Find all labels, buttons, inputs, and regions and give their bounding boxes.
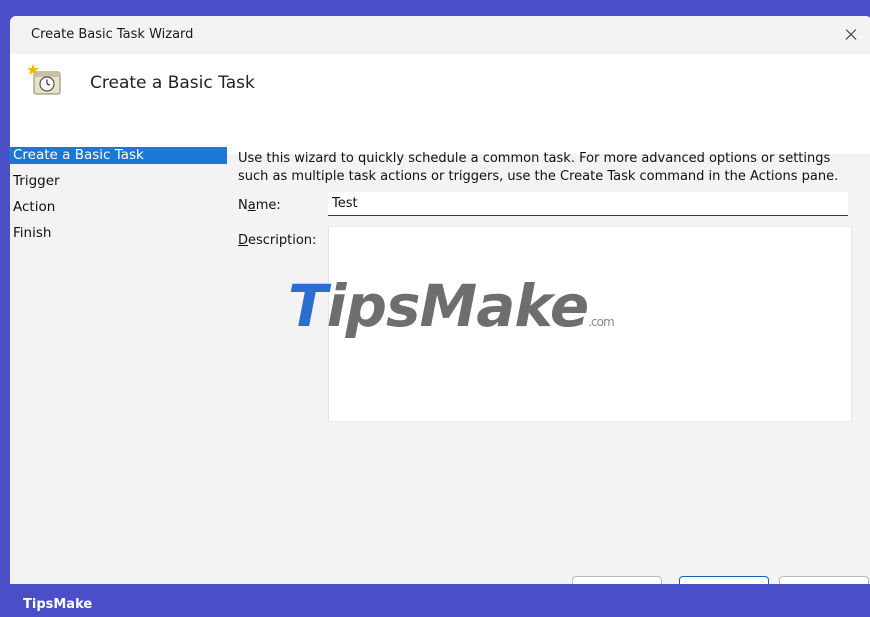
step-create-basic-task[interactable]: Create a Basic Task — [9, 147, 227, 164]
step-trigger[interactable]: Trigger — [9, 173, 227, 199]
intro-line-1: Use this wizard to quickly schedule a co… — [238, 151, 831, 166]
name-label-post: me: — [255, 198, 281, 213]
description-label: Description: — [238, 233, 316, 248]
intro-line-2: such as multiple task actions or trigger… — [238, 169, 839, 184]
step-action[interactable]: Action — [9, 199, 227, 225]
watermark-t: T — [288, 272, 328, 340]
page-title: Create a Basic Task — [90, 73, 255, 93]
name-label-accel: a — [247, 198, 256, 213]
wizard-header: Create a Basic Task — [10, 54, 870, 154]
window-title: Create Basic Task Wizard — [31, 27, 194, 42]
wizard-steps: Create a Basic Task Trigger Action Finis… — [9, 147, 227, 251]
clock-task-icon — [28, 64, 61, 95]
name-label: Name: — [238, 198, 281, 213]
name-label-pre: N — [238, 198, 248, 213]
footer-brand: TipsMake — [23, 597, 93, 612]
watermark-rest: ipsMake — [326, 272, 590, 340]
watermark-com: .com — [588, 315, 614, 329]
title-bar: Create Basic Task Wizard — [10, 16, 870, 54]
footer-bar: TipsMake — [0, 584, 870, 617]
intro-text: Use this wizard to quickly schedule a co… — [238, 150, 848, 186]
description-label-post: escription: — [248, 233, 317, 248]
name-input[interactable] — [328, 192, 848, 216]
description-label-accel: D — [238, 233, 249, 248]
step-finish[interactable]: Finish — [9, 225, 227, 251]
close-icon[interactable] — [834, 20, 868, 50]
watermark-logo: TipsMake.com — [288, 272, 615, 340]
